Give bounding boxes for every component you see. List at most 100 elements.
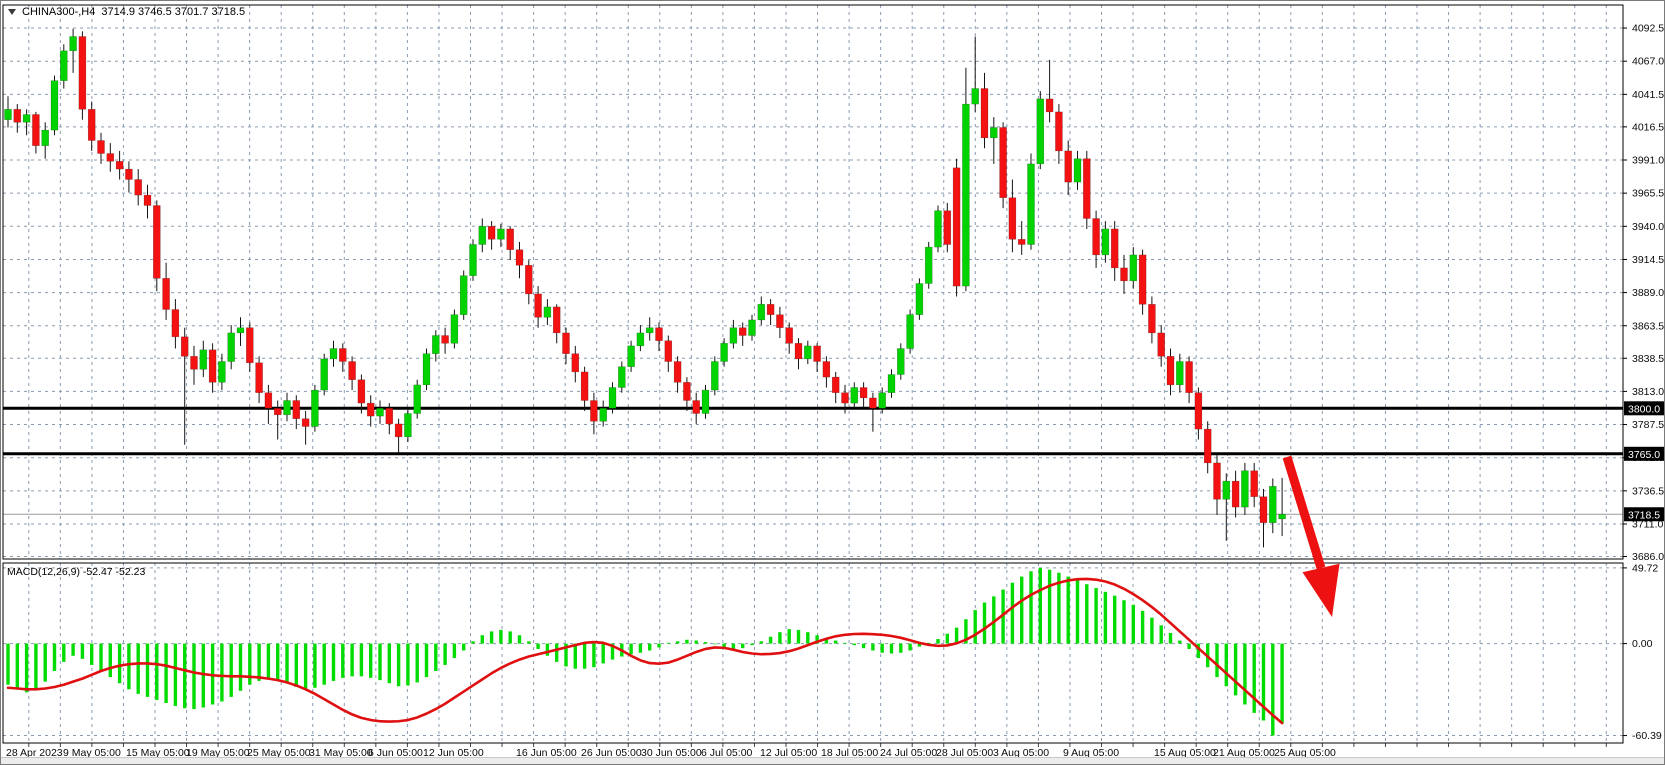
candle-body-down [581,372,588,401]
candle-body-up [637,333,644,346]
candle-body-down [209,350,216,383]
candle-body-up [1279,514,1286,519]
candle-body-down [860,388,867,398]
candle-body-down [1186,362,1193,393]
candle [907,310,914,354]
candle-body-down [507,229,514,250]
candle-body-up [404,414,411,437]
price-axis-label: 3991.0 [1632,155,1664,167]
candle-body-down [386,408,393,424]
candle-body-up [600,408,607,421]
candle [1028,154,1035,250]
macd-indicator-label: MACD(12,26,9) -52.47 -52.23 [7,566,145,578]
candle-body-down [88,109,95,140]
chart-window: 4092.54067.04041.54016.53991.03965.53940… [0,0,1665,765]
candle [916,278,923,320]
candle-body-down [869,398,876,408]
candle-body-down [442,336,449,344]
candle-body-down [1055,112,1062,151]
candle-body-up [1074,159,1081,182]
candle-body-down [144,195,151,205]
candle-body-down [981,89,988,138]
price-axis-label: 4041.5 [1632,89,1664,101]
candle-body-up [414,385,421,414]
candle-body-up [925,247,932,283]
candle-body-down [814,346,821,362]
candle-body-up [879,393,886,409]
candle-body-down [1046,99,1053,112]
candle-body-up [60,51,67,81]
candle-body-up [423,354,430,385]
candle-body-down [767,304,774,314]
candle-body-up [758,304,765,320]
candle-body-up [1130,255,1137,281]
candle-body-up [1102,229,1109,255]
price-axis-label: 3889.0 [1632,287,1664,299]
price-axis-label: 4016.5 [1632,121,1664,133]
candle-body-up [990,128,997,138]
candle-body-down [1083,159,1090,219]
candle-body-up [479,226,486,244]
candle-body-up [1241,471,1248,507]
candle-body-up [228,333,235,362]
candle-body-down [181,337,188,357]
candle-body-down [488,226,495,239]
candle-body-up [200,350,207,370]
candle-body-down [842,393,849,403]
candle-body-up [962,104,969,286]
candle-body-down [1260,497,1267,523]
candle-body-up [218,362,225,383]
candle-body-down [1158,333,1165,356]
candle-body-up [609,388,616,409]
price-axis-label: 3838.5 [1632,353,1664,365]
candle-body-up [1028,164,1035,245]
candle-body-down [395,424,402,437]
candle-body-down [1093,219,1100,255]
support-price-tag-label: 3765.0 [1628,449,1660,461]
oneclick-dropdown-icon[interactable] [8,9,16,15]
candle-body-down [590,401,597,422]
candle-body-down [172,310,179,337]
candle-body-up [311,390,318,426]
candle-body-down [274,408,281,415]
candle-body-down [1000,128,1007,198]
candle [404,408,411,442]
candle [153,200,160,291]
price-axis-label: 3914.5 [1632,254,1664,266]
macd-axis-label: -60.39 [1632,730,1662,742]
candle-body-down [665,341,672,362]
candle-body-down [79,37,86,110]
resistance-price-tag-label: 3800.0 [1628,403,1660,415]
candle-body-down [823,362,830,378]
candle-body-down [256,363,263,393]
candle-body-down [116,161,123,169]
candle-body-down [265,393,272,409]
candle-body-up [451,315,458,344]
candle [1037,91,1044,169]
candle-body-down [1232,481,1239,507]
price-axis-label: 3965.5 [1632,188,1664,200]
candle-body-down [1148,304,1155,333]
candle [451,310,458,349]
candle-body-down [1251,471,1258,497]
candle-body-up [5,109,12,119]
candle-body-up [618,367,625,388]
price-axis-label: 3813.0 [1632,386,1664,398]
candle-body-up [497,229,504,239]
candle-body-down [1009,198,1016,240]
candle-body-down [246,328,253,363]
candle-body-down [293,401,300,419]
candle-body-up [897,349,904,375]
candle-body-down [1018,239,1025,244]
candle-body-up [1037,99,1044,164]
candle-body-down [656,328,663,341]
candle-body-up [711,362,718,391]
candle-body-down [153,206,160,279]
candle-body-up [284,401,291,415]
candle-body-down [1167,356,1174,385]
candle-body-up [470,245,477,276]
chart-canvas[interactable]: 4092.54067.04041.54016.53991.03965.53940… [1,1,1665,765]
candle-body-down [832,377,839,393]
candle [925,242,932,289]
macd-axis-label: 49.72 [1632,562,1658,574]
